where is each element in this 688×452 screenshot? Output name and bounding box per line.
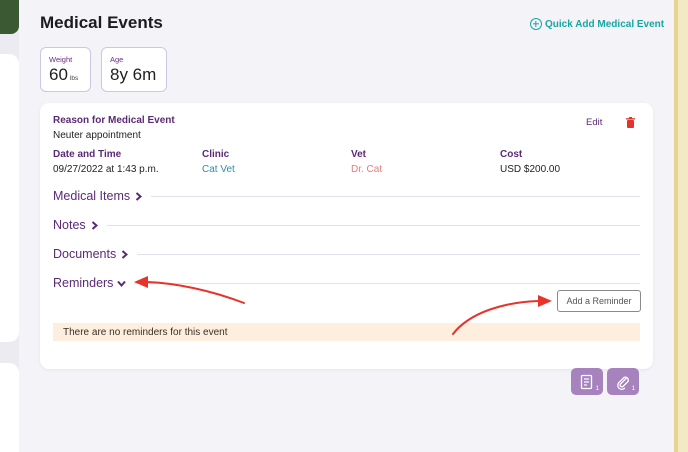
no-reminders-banner: There are no reminders for this event	[53, 323, 640, 341]
sidebar-card	[0, 363, 19, 452]
clinic-label: Clinic	[202, 149, 230, 160]
documents-title: Documents	[53, 247, 117, 261]
date-value: 09/27/2022 at 1:43 p.m.	[53, 164, 159, 175]
trash-icon[interactable]	[626, 117, 635, 128]
medical-items-section-toggle[interactable]: Medical Items	[53, 189, 640, 203]
chevron-right-icon	[91, 220, 98, 230]
add-reminder-button[interactable]: Add a Reminder	[557, 290, 641, 312]
sidebar-card	[0, 54, 19, 342]
edit-event-link[interactable]: Edit	[586, 117, 602, 128]
reminders-title: Reminders	[53, 276, 114, 290]
pet-avatar-thumbnail[interactable]	[0, 0, 19, 34]
notes-section-toggle[interactable]: Notes	[53, 218, 640, 232]
plus-circle-icon	[530, 18, 542, 30]
age-value: 8y 6m	[110, 65, 157, 84]
reason-label: Reason for Medical Event	[53, 115, 175, 126]
weight-value: 60	[49, 65, 68, 84]
weight-unit: lbs	[69, 75, 79, 82]
quick-add-medical-event-button[interactable]: Quick Add Medical Event	[530, 18, 664, 30]
cost-value: USD $200.00	[500, 164, 561, 175]
page-title: Medical Events	[40, 13, 163, 32]
weight-stat: Weight 60 lbs	[40, 47, 91, 92]
section-divider	[151, 195, 640, 197]
age-label: Age	[110, 55, 124, 64]
medical-event-card: Reason for Medical Event Neuter appointm…	[40, 103, 653, 369]
reminders-section-toggle[interactable]: Reminders	[53, 276, 640, 290]
notes-icon	[580, 374, 593, 389]
right-edge-panel	[674, 0, 688, 452]
notes-action-button[interactable]: 1	[571, 368, 603, 395]
reason-value: Neuter appointment	[53, 130, 141, 141]
chevron-right-icon	[135, 191, 143, 201]
date-label: Date and Time	[53, 149, 122, 160]
section-divider	[137, 253, 640, 255]
notes-title: Notes	[53, 218, 86, 232]
clinic-link[interactable]: Cat Vet	[202, 164, 235, 175]
left-sidebar	[0, 0, 19, 452]
chevron-down-icon	[117, 280, 127, 287]
section-divider	[106, 224, 640, 226]
cost-label: Cost	[500, 149, 523, 160]
vet-value: Dr. Cat	[351, 164, 383, 175]
documents-section-toggle[interactable]: Documents	[53, 247, 640, 261]
vet-label: Vet	[351, 149, 367, 160]
weight-label: Weight	[49, 55, 73, 64]
attachment-action-button[interactable]: 1	[607, 368, 639, 395]
section-divider	[134, 282, 640, 284]
chevron-right-icon	[122, 249, 129, 259]
quick-add-label: Quick Add Medical Event	[545, 18, 665, 30]
age-stat: Age 8y 6m	[101, 47, 167, 92]
notes-count: 1	[595, 386, 599, 392]
medical-items-title: Medical Items	[53, 189, 131, 203]
attachments-count: 1	[631, 386, 635, 392]
paperclip-icon	[617, 376, 629, 390]
